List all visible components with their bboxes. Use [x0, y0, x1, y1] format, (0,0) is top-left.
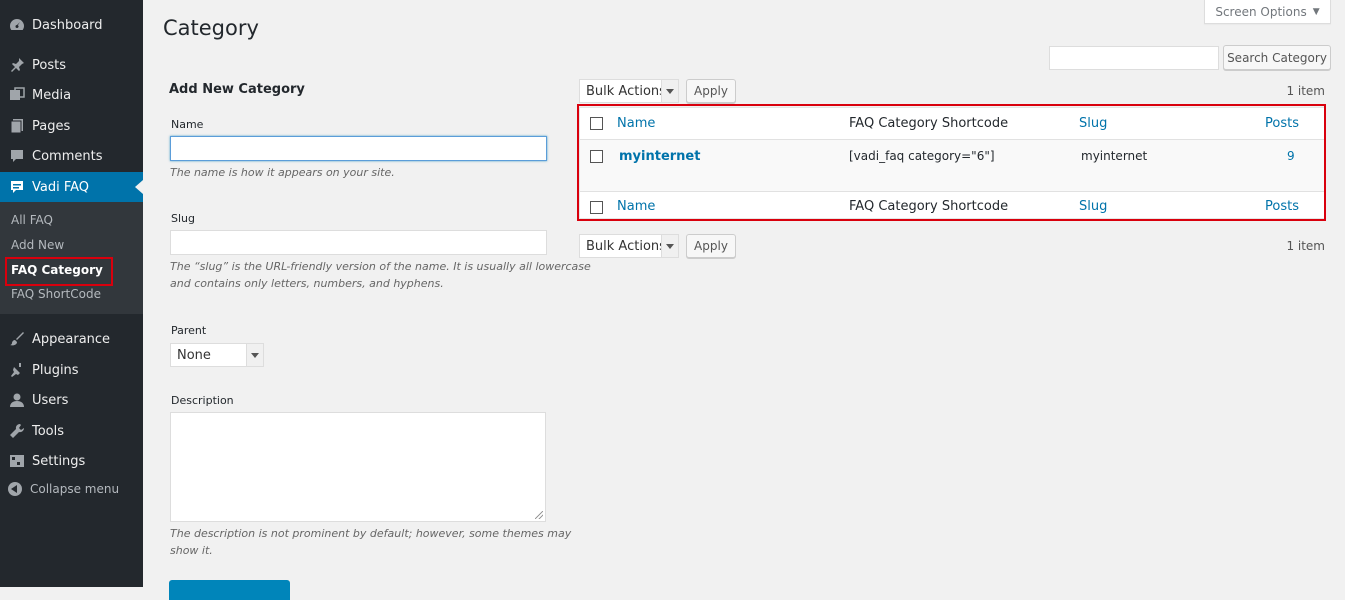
menu-vadi-faq[interactable]: Vadi FAQ: [0, 172, 143, 202]
menu-label: Comments: [32, 148, 103, 164]
row-posts-link[interactable]: 9: [1287, 149, 1295, 163]
comment-icon: [8, 147, 26, 165]
resize-grip-icon[interactable]: [535, 511, 543, 519]
search-category-button[interactable]: Search Category: [1223, 45, 1331, 70]
select-all-checkbox-footer[interactable]: [590, 201, 603, 214]
description-help-line: The description is not prominent by defa…: [170, 527, 572, 540]
category-table: Name FAQ Category Shortcode Slug Posts m…: [579, 107, 1325, 219]
add-new-category-button[interactable]: [169, 580, 290, 600]
menu-label: Users: [32, 392, 69, 408]
menu-label: Dashboard: [32, 17, 103, 33]
parent-select[interactable]: None: [170, 343, 264, 367]
user-icon: [8, 391, 26, 409]
page-title: Category: [163, 16, 259, 40]
menu-label: Media: [32, 87, 72, 103]
item-count-top: 1 item: [1286, 84, 1325, 98]
menu-label: Settings: [32, 453, 86, 469]
slug-help-line: and contains only letters, numbers, and …: [170, 277, 444, 290]
media-icon: [8, 86, 26, 104]
submenu-add-new[interactable]: Add New: [11, 238, 64, 252]
collapse-label: Collapse menu: [30, 482, 120, 496]
submenu-all-faq[interactable]: All FAQ: [11, 213, 53, 227]
submenu-faq-shortcode[interactable]: FAQ ShortCode: [11, 287, 101, 301]
menu-posts[interactable]: Posts: [0, 50, 143, 80]
item-count-bottom: 1 item: [1286, 239, 1325, 253]
screen-options-button[interactable]: Screen Options ▼: [1204, 0, 1331, 24]
chevron-down-icon: [661, 80, 678, 102]
parent-label: Parent: [171, 324, 207, 337]
bulk-actions-value: Bulk Actions: [586, 238, 666, 254]
description-help-line: show it.: [170, 544, 213, 557]
row-shortcode: [vadi_faq category="6"]: [849, 149, 995, 163]
row-name-link[interactable]: myinternet: [619, 149, 700, 164]
column-name[interactable]: Name: [617, 116, 655, 131]
row-slug: myinternet: [1081, 149, 1148, 163]
menu-appearance[interactable]: Appearance: [0, 324, 143, 354]
bulk-actions-select-top[interactable]: Bulk Actions: [579, 79, 679, 103]
form-title: Add New Category: [169, 82, 305, 97]
parent-value: None: [177, 347, 211, 363]
menu-pages[interactable]: Pages: [0, 111, 143, 141]
settings-icon: [8, 452, 26, 470]
search-input[interactable]: [1049, 46, 1219, 70]
slug-label: Slug: [171, 212, 195, 225]
menu-label: Vadi FAQ: [32, 179, 90, 195]
column-posts[interactable]: Posts: [1265, 116, 1299, 131]
bulk-actions-select-bottom[interactable]: Bulk Actions: [579, 234, 679, 258]
name-help: The name is how it appears on your site.: [170, 166, 395, 179]
name-label: Name: [171, 118, 204, 131]
menu-tools[interactable]: Tools: [0, 416, 143, 446]
column-slug[interactable]: Slug: [1079, 116, 1107, 131]
description-textarea[interactable]: [170, 412, 546, 522]
menu-label: Pages: [32, 118, 71, 134]
menu-plugins[interactable]: Plugins: [0, 355, 143, 385]
table-header-row: Name FAQ Category Shortcode Slug Posts: [580, 108, 1324, 140]
collapse-menu[interactable]: Collapse menu: [8, 482, 119, 496]
faq-icon: [8, 178, 26, 196]
admin-sidebar: Dashboard Posts Media Pages Comments Vad…: [0, 0, 143, 587]
menu-users[interactable]: Users: [0, 385, 143, 415]
screen-options-label: Screen Options: [1215, 4, 1307, 19]
menu-media[interactable]: Media: [0, 80, 143, 110]
apply-button-top[interactable]: Apply: [686, 79, 736, 103]
highlight-box: [5, 257, 113, 286]
row-checkbox[interactable]: [590, 150, 603, 163]
bulk-actions-value: Bulk Actions: [586, 83, 666, 99]
slug-help-line: The “slug” is the URL-friendly version o…: [170, 260, 591, 273]
table-footer-row: Name FAQ Category Shortcode Slug Posts: [580, 192, 1324, 220]
pages-icon: [8, 117, 26, 135]
menu-label: Tools: [32, 423, 65, 439]
slug-help: The “slug” is the URL-friendly version o…: [170, 258, 591, 292]
column-shortcode-footer: FAQ Category Shortcode: [849, 199, 1009, 214]
slug-input[interactable]: [170, 230, 547, 255]
column-posts-footer[interactable]: Posts: [1265, 199, 1299, 214]
select-all-checkbox[interactable]: [590, 117, 603, 130]
name-input[interactable]: [170, 136, 547, 161]
chevron-down-icon: [661, 235, 678, 257]
collapse-icon: [8, 482, 22, 496]
table-row: myinternet [vadi_faq category="6"] myint…: [580, 140, 1324, 192]
menu-label: Plugins: [32, 362, 79, 378]
description-label: Description: [171, 394, 234, 407]
apply-button-bottom[interactable]: Apply: [686, 234, 736, 258]
pin-icon: [8, 56, 26, 74]
brush-icon: [8, 330, 26, 348]
column-shortcode: FAQ Category Shortcode: [849, 116, 1009, 131]
chevron-down-icon: [246, 344, 263, 366]
column-slug-footer[interactable]: Slug: [1079, 199, 1107, 214]
column-name-footer[interactable]: Name: [617, 199, 655, 214]
plugin-icon: [8, 361, 26, 379]
dashboard-icon: [8, 16, 26, 34]
description-help: The description is not prominent by defa…: [170, 525, 571, 559]
menu-dashboard[interactable]: Dashboard: [0, 10, 143, 40]
wrench-icon: [8, 422, 26, 440]
menu-settings[interactable]: Settings: [0, 446, 143, 476]
menu-label: Posts: [32, 57, 66, 73]
menu-comments[interactable]: Comments: [0, 141, 143, 171]
triangle-down-icon: ▼: [1312, 6, 1320, 17]
menu-label: Appearance: [32, 331, 111, 347]
